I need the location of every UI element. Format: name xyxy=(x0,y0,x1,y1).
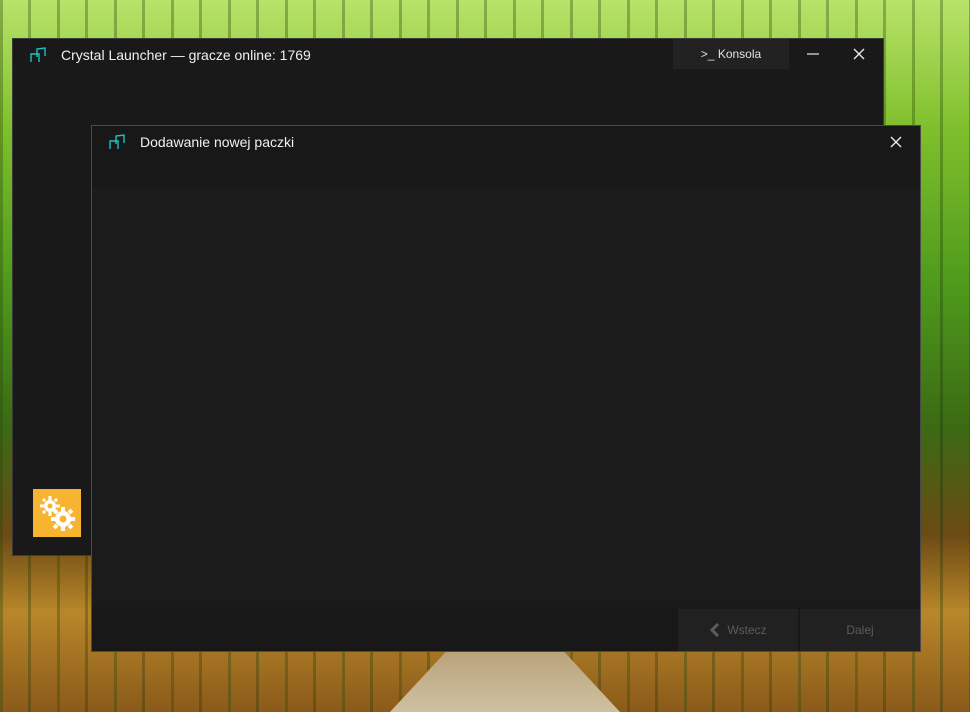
settings-button[interactable] xyxy=(33,489,81,537)
console-button[interactable]: >_ Konsola xyxy=(673,39,789,69)
minimize-icon xyxy=(807,53,819,55)
main-titlebar[interactable]: Crystal Launcher — gracze online: 1769 >… xyxy=(13,39,883,71)
chevron-left-icon xyxy=(710,623,720,637)
back-button[interactable]: Wstecz xyxy=(678,609,798,651)
window-title: Crystal Launcher — gracze online: 1769 xyxy=(61,47,311,63)
dialog-close-button[interactable] xyxy=(882,130,910,154)
back-button-label: Wstecz xyxy=(727,623,767,637)
close-button[interactable] xyxy=(835,39,883,69)
crystal-launcher-icon xyxy=(109,134,125,149)
dialog-header[interactable]: Dodawanie nowej paczki xyxy=(92,126,920,188)
gears-icon xyxy=(40,496,75,531)
dialog-body xyxy=(92,188,920,607)
add-pack-dialog: Dodawanie nowej paczki Wstecz Dalej xyxy=(91,125,921,652)
next-button-label: Dalej xyxy=(846,623,874,637)
close-icon xyxy=(890,136,902,148)
dialog-title: Dodawanie nowej paczki xyxy=(140,134,295,150)
next-button[interactable]: Dalej xyxy=(800,609,920,651)
dialog-footer: Wstecz Dalej xyxy=(92,607,920,651)
close-icon xyxy=(853,48,865,60)
crystal-launcher-icon xyxy=(30,47,46,62)
background-path xyxy=(390,650,620,712)
minimize-button[interactable] xyxy=(789,39,837,69)
